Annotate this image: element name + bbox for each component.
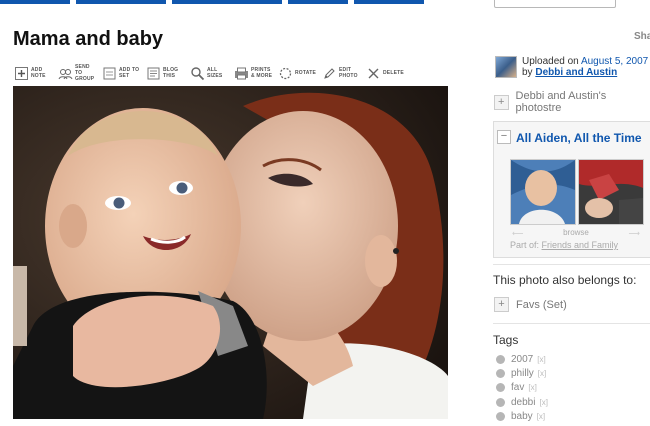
- expand-plus-icon[interactable]: +: [494, 94, 509, 110]
- tag-list: 2007 [x] philly [x] fav [x] debbi [x] baby [x…: [496, 352, 548, 423]
- pencil-icon: [324, 67, 335, 79]
- tag-remove-button[interactable]: [x]: [537, 412, 545, 421]
- tag-remove-button[interactable]: [x]: [538, 369, 546, 378]
- tag-icon[interactable]: [496, 383, 505, 393]
- tag-link[interactable]: 2007: [511, 354, 533, 365]
- tag-icon[interactable]: [496, 411, 505, 421]
- blog-this-icon: [147, 67, 160, 79]
- belongs-heading: This photo also belongs to:: [493, 273, 637, 287]
- add-to-set-icon: [103, 67, 116, 79]
- photostream-label[interactable]: Debbi and Austin's photostre: [516, 90, 650, 114]
- tag-link[interactable]: baby: [511, 411, 533, 422]
- part-of-label: Part of:: [510, 240, 540, 250]
- delete-icon: [368, 68, 379, 78]
- rotate-button[interactable]: ROTATE: [278, 66, 317, 81]
- edit-photo-button[interactable]: EDIT PHOTO: [322, 66, 361, 81]
- send-to-group-icon: [58, 68, 73, 79]
- browse-label: browse: [563, 228, 589, 237]
- rotate-icon: [279, 67, 292, 79]
- part-of-link[interactable]: Friends and Family: [542, 240, 619, 250]
- photo-toolbar: ADD NOTE SEND TO GROUP ADD TO SET BLOG T…: [14, 63, 410, 83]
- add-note-icon: [15, 66, 28, 80]
- magnifier-icon: [191, 66, 205, 80]
- uploaded-label: Uploaded on: [522, 56, 579, 67]
- send-to-group-button[interactable]: SEND TO GROUP: [58, 64, 97, 82]
- tag-item: baby [x]: [496, 409, 548, 423]
- arrow-left-icon[interactable]: ⟵: [512, 229, 523, 238]
- uploader-name-link[interactable]: Debbi and Austin: [535, 67, 617, 78]
- delete-button[interactable]: DELETE: [366, 66, 405, 81]
- tag-icon[interactable]: [496, 397, 505, 407]
- tag-item: fav [x]: [496, 381, 548, 395]
- favs-set-row[interactable]: + Favs (Set): [494, 297, 567, 312]
- prints-button[interactable]: PRINTS & MORE: [234, 66, 273, 81]
- tag-link[interactable]: philly: [511, 368, 534, 379]
- part-of: Part of: Friends and Family: [510, 240, 618, 250]
- set-thumbnail-prev[interactable]: [510, 159, 576, 225]
- collapse-minus-icon[interactable]: −: [497, 130, 511, 144]
- divider: [493, 264, 650, 265]
- avatar[interactable]: [495, 56, 517, 78]
- tag-item: 2007 [x]: [496, 352, 548, 366]
- prints-icon: [235, 67, 248, 79]
- divider: [493, 323, 650, 324]
- tag-remove-button[interactable]: [x]: [539, 398, 547, 407]
- tag-icon[interactable]: [496, 354, 505, 364]
- tag-icon[interactable]: [496, 368, 505, 378]
- search-input[interactable]: [494, 0, 616, 8]
- set-context-panel: − All Aiden, All the Time ⟵ browse ⟶ Par…: [493, 121, 650, 258]
- arrow-right-icon[interactable]: ⟶: [629, 229, 640, 238]
- share-link[interactable]: Sha: [634, 31, 650, 42]
- tag-remove-button[interactable]: [x]: [528, 383, 536, 392]
- tag-remove-button[interactable]: [x]: [537, 355, 545, 364]
- tag-item: debbi [x]: [496, 395, 548, 409]
- tag-link[interactable]: debbi: [511, 397, 535, 408]
- upload-date-link[interactable]: August 5, 2007: [581, 56, 648, 67]
- add-to-set-button[interactable]: ADD TO SET: [102, 66, 141, 81]
- expand-plus-icon[interactable]: +: [494, 297, 509, 312]
- photostream-row[interactable]: + Debbi and Austin's photostre: [494, 90, 650, 114]
- set-thumbnail-next[interactable]: [578, 159, 644, 225]
- add-note-button[interactable]: ADD NOTE: [14, 66, 53, 81]
- main-photo[interactable]: [13, 86, 448, 419]
- tags-heading: Tags: [493, 333, 519, 347]
- tag-item: philly [x]: [496, 366, 548, 380]
- browse-nav[interactable]: ⟵ browse ⟶: [510, 228, 642, 238]
- favs-set-label[interactable]: Favs (Set): [516, 299, 567, 311]
- set-title-link[interactable]: All Aiden, All the Time: [516, 131, 642, 145]
- all-sizes-button[interactable]: ALL SIZES: [190, 66, 229, 81]
- photo-title: Mama and baby: [13, 28, 164, 50]
- top-nav-links: [0, 0, 490, 8]
- blog-this-button[interactable]: BLOG THIS: [146, 66, 185, 81]
- by-label: by: [522, 67, 533, 78]
- tag-link[interactable]: fav: [511, 382, 524, 393]
- uploader-info: Uploaded on August 5, 2007 by Debbi and …: [495, 56, 648, 78]
